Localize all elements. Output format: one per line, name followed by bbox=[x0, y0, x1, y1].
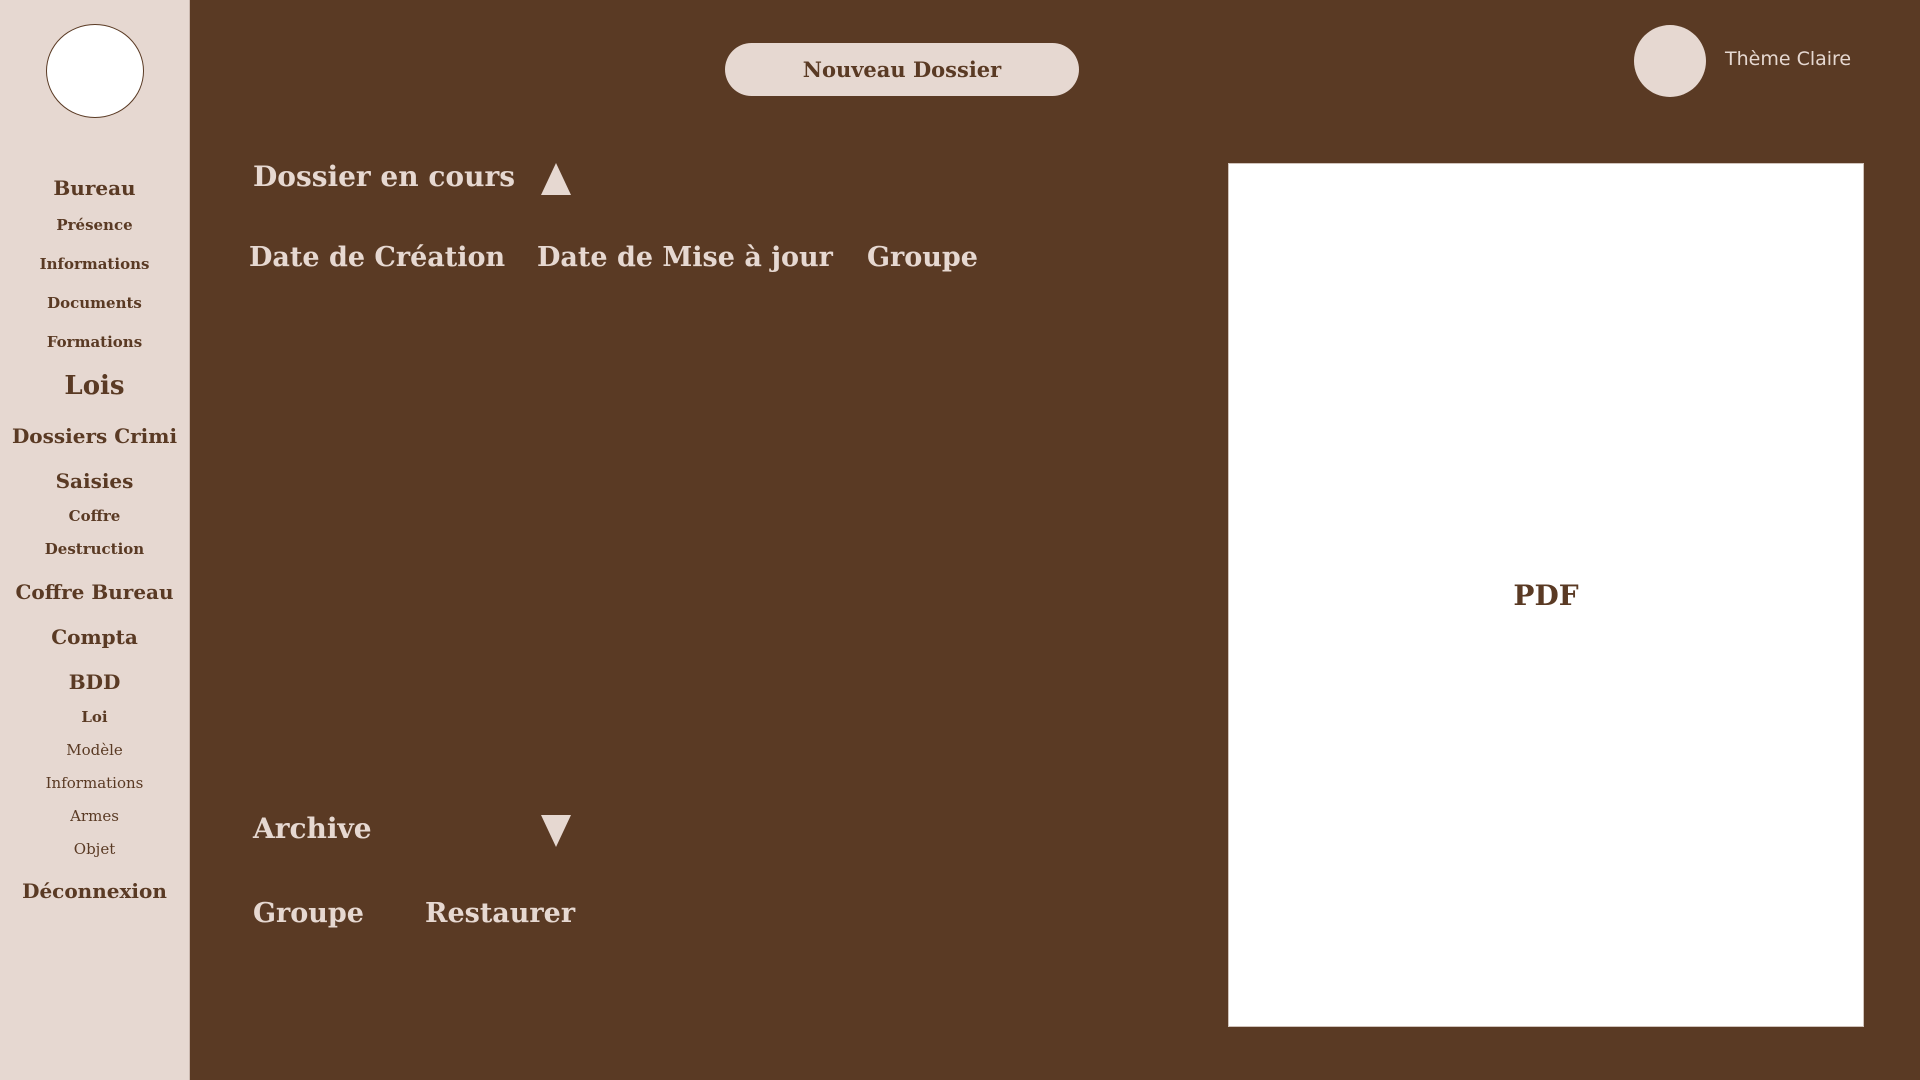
archive-title: Archive bbox=[253, 812, 372, 845]
pdf-preview-panel: PDF bbox=[1228, 163, 1864, 1027]
sidebar-item-saisies[interactable]: Saisies bbox=[0, 469, 189, 493]
archive-column-header-restore[interactable]: Restaurer bbox=[425, 898, 575, 929]
sidebar-item-informations-bdd[interactable]: Informations bbox=[0, 774, 189, 792]
archive-column-header-group[interactable]: Groupe bbox=[253, 898, 364, 929]
sidebar-item-informations[interactable]: Informations bbox=[0, 255, 189, 273]
pdf-label: PDF bbox=[1513, 578, 1579, 612]
app-window: Bureau Présence Informations Documents F… bbox=[0, 0, 1920, 1080]
sidebar-item-bdd[interactable]: BDD bbox=[0, 670, 189, 694]
sidebar-item-armes[interactable]: Armes bbox=[0, 807, 189, 825]
sidebar-item-lois[interactable]: Lois bbox=[0, 371, 189, 401]
theme-toggle-button[interactable] bbox=[1634, 25, 1706, 97]
current-folders-title: Dossier en cours bbox=[253, 160, 515, 193]
sidebar-item-modele[interactable]: Modèle bbox=[0, 741, 189, 759]
sidebar-item-dossiers-crimi[interactable]: Dossiers Crimi bbox=[0, 424, 189, 448]
sidebar: Bureau Présence Informations Documents F… bbox=[0, 0, 190, 1080]
sidebar-item-bureau[interactable]: Bureau bbox=[0, 176, 189, 200]
sidebar-item-presence[interactable]: Présence bbox=[0, 216, 189, 234]
sidebar-item-formations[interactable]: Formations bbox=[0, 333, 189, 351]
logo bbox=[46, 24, 144, 118]
column-header-group[interactable]: Groupe bbox=[867, 242, 978, 273]
sidebar-item-coffre[interactable]: Coffre bbox=[0, 507, 189, 525]
collapse-up-icon[interactable] bbox=[541, 163, 571, 195]
sidebar-item-compta[interactable]: Compta bbox=[0, 625, 189, 649]
column-header-update-date[interactable]: Date de Mise à jour bbox=[537, 242, 833, 273]
theme-label: Thème Claire bbox=[1725, 48, 1852, 70]
column-header-creation-date[interactable]: Date de Création bbox=[249, 242, 505, 273]
expand-down-icon[interactable] bbox=[541, 815, 571, 847]
sidebar-item-loi[interactable]: Loi bbox=[0, 708, 189, 726]
sidebar-item-coffre-bureau[interactable]: Coffre Bureau bbox=[0, 580, 189, 604]
sidebar-item-objet[interactable]: Objet bbox=[0, 840, 189, 858]
new-folder-button[interactable]: Nouveau Dossier bbox=[725, 43, 1079, 96]
sidebar-item-destruction[interactable]: Destruction bbox=[0, 540, 189, 558]
sidebar-item-documents[interactable]: Documents bbox=[0, 294, 189, 312]
sidebar-item-deconnexion[interactable]: Déconnexion bbox=[0, 879, 189, 903]
